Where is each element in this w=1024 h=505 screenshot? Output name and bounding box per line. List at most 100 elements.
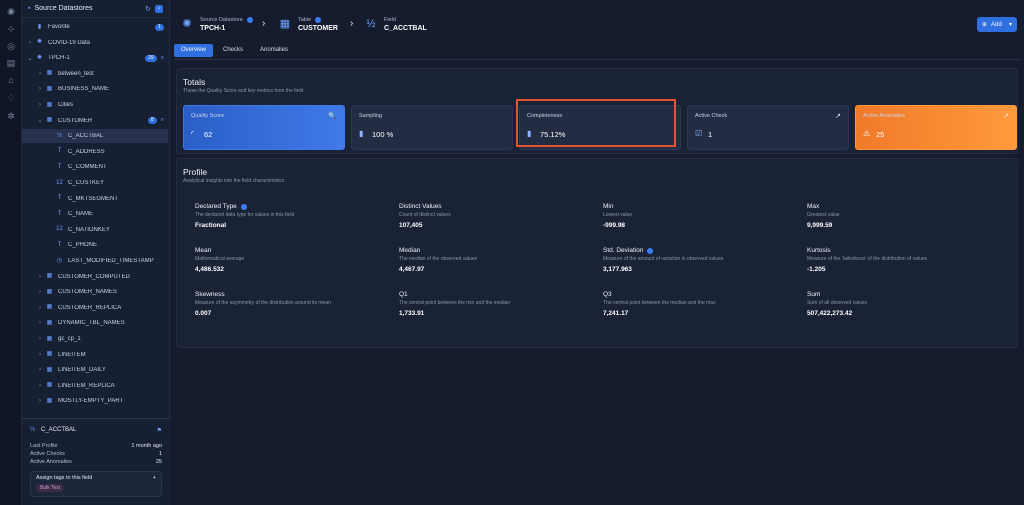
profile-metric-description: Sum of all observed values (807, 300, 868, 306)
tree-item[interactable]: › ▦ Cities (22, 98, 168, 112)
external-link-icon[interactable]: ↗ (835, 112, 841, 120)
tree-item[interactable]: 12 C_NATIONKEY (22, 223, 168, 237)
tab-checks[interactable]: Checks (216, 44, 250, 57)
tree-item-label: C_MKTSEGMENT (68, 195, 119, 202)
tree-item[interactable]: › ▦ between_test (22, 67, 168, 81)
tree-item[interactable]: › ▦ CUSTOMER_NAMES (22, 285, 168, 299)
tree-item[interactable]: ⌄ ▦ CUSTOMER 8 ⌕ (22, 114, 168, 128)
tree-item[interactable]: ⌄ ✺ TPCH-1 29 ⌕ (22, 51, 168, 65)
library-icon[interactable]: ▤ (6, 58, 16, 68)
external-link-icon[interactable]: ↗ (1003, 112, 1009, 120)
profile-metric-description: Count of distinct values (399, 212, 451, 218)
profile-metric-value: 9,999.59 (807, 222, 833, 229)
tree-item-label: CUSTOMER_NAMES (58, 289, 117, 296)
tag-icon[interactable]: ⌂ (6, 75, 16, 85)
search-icon[interactable]: ⌕ (161, 117, 164, 124)
refresh-icon[interactable]: ↻ (145, 5, 151, 13)
chevron-right-icon[interactable]: › (37, 71, 43, 77)
tree-item[interactable]: › ✺ COVID-19 Data (22, 36, 168, 50)
tree-item[interactable]: › ▦ LINEITEM_REPLICA (22, 379, 168, 393)
field-info-key: Active Checks (30, 451, 65, 457)
tree-item[interactable]: ½ C_ACCTBAL (22, 129, 168, 144)
chevron-right-icon[interactable]: › (37, 102, 43, 108)
tree-item-label: LINEITEM (58, 351, 86, 358)
tree-item[interactable]: › ▦ MOSTLY-EMPTY_PART (22, 394, 168, 408)
search-icon[interactable]: 🔍 (328, 112, 337, 120)
chevron-down-icon[interactable]: ⌄ (27, 55, 33, 62)
chevron-right-icon[interactable]: › (37, 305, 43, 311)
profile-metric-description: Mathematical average (195, 256, 245, 262)
profile-metric: Median The median of the observed values 4… (399, 247, 599, 287)
info-icon[interactable] (246, 16, 253, 23)
chevron-right-icon[interactable]: › (37, 274, 43, 280)
tab-anomalies[interactable]: Anomalies (253, 44, 295, 57)
tree-item[interactable]: T C_NAME (22, 207, 168, 221)
breadcrumb-field: ½ Field C_ACCTBAL (364, 12, 426, 36)
tree-item[interactable]: ▮ Favorite 1 (22, 20, 168, 34)
tree-item[interactable]: ◷ LAST_MODIFIED_TIMESTAMP (22, 254, 168, 268)
chevron-right-icon[interactable]: › (37, 398, 43, 404)
add-tag-button[interactable]: + (153, 475, 156, 481)
profile-metric-description: Greatest value (807, 212, 840, 218)
chevron-right-icon[interactable]: › (37, 367, 43, 373)
datastore-icon[interactable]: ◉ (6, 6, 16, 16)
gear-icon[interactable]: ✲ (6, 111, 16, 121)
collapse-panel-button[interactable]: ‹ (155, 4, 163, 13)
tree-item[interactable]: T C_ADDRESS (22, 145, 168, 159)
chevron-right-icon[interactable]: › (37, 320, 43, 326)
breadcrumb-datastore[interactable]: ✺ Source Datastore TPCH-1 (180, 12, 253, 36)
chevron-right-icon[interactable]: › (27, 40, 33, 46)
tree-item[interactable]: › ▦ gc_cp_1 (22, 332, 168, 346)
add-button[interactable]: ⊕ Add ▾ (977, 17, 1017, 32)
bell-icon[interactable]: ♢ (6, 93, 16, 103)
tree-item[interactable]: › ▦ CUSTOMER_REPLICA (22, 301, 168, 315)
hierarchy-icon[interactable]: ⊹ (6, 24, 16, 34)
chevron-right-icon[interactable]: › (37, 86, 43, 92)
table-icon: ▦ (46, 288, 53, 295)
active-check-card[interactable]: Active Check ☑ 1 ↗ (687, 105, 849, 150)
tree-item[interactable]: 12 C_CUSTKEY (22, 176, 168, 190)
count-badge: 29 (145, 54, 157, 62)
tree-item[interactable]: T C_COMMENT (22, 160, 168, 174)
tree-item-label: C_NATIONKEY (68, 226, 110, 233)
gauge-icon: ◜ (191, 129, 195, 138)
profile-metric-name: Kurtosis (807, 247, 831, 254)
tree-item[interactable]: › ▦ DYNAMIC_TBL_NAMES (22, 316, 168, 330)
tree-item[interactable]: › ▦ LINEITEM (22, 348, 168, 362)
decimal-icon: ½ (56, 132, 62, 139)
search-icon[interactable]: ⌕ (161, 55, 164, 62)
tag-chip[interactable]: Bulk Test (36, 484, 65, 492)
info-icon[interactable] (240, 203, 247, 210)
profile-metric: Mean Mathematical average 4,486.532 (195, 247, 395, 287)
bar-icon: ▮ (359, 129, 364, 138)
info-icon[interactable] (647, 247, 654, 254)
tab-overview[interactable]: Overview (174, 44, 214, 57)
datastore-icon: ✺ (182, 18, 192, 30)
tree-item[interactable]: › ▦ BUSINESS_NAME (22, 82, 168, 96)
count-badge: 1 (155, 23, 164, 31)
chevron-right-icon[interactable]: › (37, 383, 43, 389)
tag-icon[interactable]: ⚑ (157, 427, 162, 434)
tree-item[interactable]: › ▦ CUSTOMER_COMPUTED (22, 270, 168, 284)
totals-title: Totals (183, 77, 206, 87)
info-icon[interactable] (315, 16, 322, 23)
totals-subtitle: These the Quality Score and key metrics … (183, 88, 304, 94)
chevron-down-icon[interactable]: ⌄ (37, 117, 43, 124)
table-icon: ▦ (46, 117, 53, 124)
chevron-right-icon[interactable]: › (37, 336, 43, 342)
explore-icon[interactable]: ◎ (6, 41, 16, 51)
chevron-right-icon[interactable]: › (37, 289, 43, 295)
chevron-right-icon[interactable]: › (37, 352, 43, 358)
tree-item[interactable]: T C_PHONE (22, 238, 168, 252)
profile-metric-name: Distinct Values (399, 203, 442, 210)
tree-item[interactable]: T C_MKTSEGMENT (22, 192, 168, 206)
table-icon: ▦ (46, 319, 53, 326)
active-anomalies-card[interactable]: Active Anomalies ⚠ 25 ↗ (855, 105, 1017, 150)
tab-bar: Overview Checks Anomalies (174, 44, 298, 58)
metric-label: Quality Score (191, 113, 225, 119)
tree-item[interactable]: › ▦ LINEITEM_DAILY (22, 363, 168, 377)
left-rail: ◉ ⊹ ◎ ▤ ⌂ ♢ ✲ (0, 0, 22, 505)
metric-label: Active Anomalies (863, 113, 905, 119)
profile-metric: Distinct Values Count of distinct values 1… (399, 203, 599, 243)
breadcrumb-table[interactable]: ▦ Table CUSTOMER (278, 12, 338, 36)
